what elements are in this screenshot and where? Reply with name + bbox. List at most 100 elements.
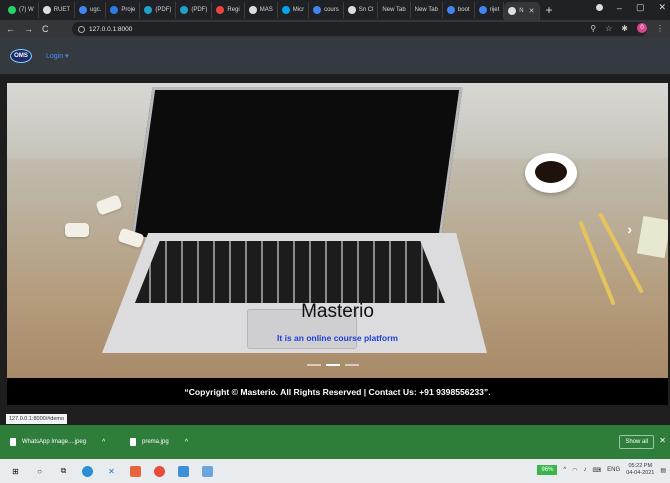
tab-close-icon[interactable]: ✕ — [529, 7, 535, 15]
browser-tab[interactable]: rijet — [475, 2, 505, 18]
site-logo[interactable]: OMS — [10, 49, 32, 63]
carousel-indicator-active[interactable] — [326, 364, 340, 366]
browser-tabstrip: (7) W RUET ugc. Proje (PDF) (PDF) Regi MAS Micr c… — [0, 0, 670, 20]
crumpled-paper-image — [65, 223, 89, 237]
browser-tab[interactable]: ugc. — [75, 2, 107, 18]
tab-favicon-icon — [8, 6, 16, 14]
tab-label: New Tab — [382, 7, 406, 13]
download-filename: WhatsApp Image....jpeg — [22, 439, 87, 445]
windows-taskbar: ⊞ ○ ⧉ ✕ 96% ^ ◠ ♪ ⌨ ENG 05:22 PM 04-04-2… — [0, 459, 670, 483]
minimize-icon[interactable]: – — [617, 3, 622, 13]
browser-tab[interactable]: MAS — [245, 2, 278, 18]
tab-label: Sn Cl — [358, 7, 374, 13]
tab-favicon-icon — [110, 6, 119, 14]
carousel-next-icon[interactable]: › — [627, 221, 632, 237]
login-dropdown[interactable]: Login ▾ — [46, 52, 69, 60]
tab-label: boot — [457, 7, 470, 13]
footer-copyright: “Copyright © Masterio. All Rights Reserv… — [184, 386, 491, 397]
carousel-indicators — [307, 364, 359, 366]
app-icon[interactable] — [130, 465, 141, 477]
tab-favicon-icon — [144, 6, 153, 14]
link-status-bubble: 127.0.0.1:8000/#demo — [6, 414, 68, 424]
browser-tab[interactable]: boot — [443, 2, 475, 18]
file-icon — [130, 438, 136, 446]
record-icon[interactable] — [595, 4, 603, 11]
browser-toolbar: ← → C 127.0.0.1:8000 ⚲ ☆ ✱ 0 ⋮ — [0, 20, 670, 38]
tab-favicon-icon — [248, 6, 257, 14]
download-filename: prema.jpg — [142, 439, 169, 445]
site-footer: “Copyright © Masterio. All Rights Reserv… — [7, 378, 668, 405]
chevron-up-icon[interactable]: ^ — [563, 467, 566, 473]
browser-tab[interactable]: cours — [309, 2, 344, 18]
clock[interactable]: 05:22 PM 04-04-2021 — [626, 463, 654, 477]
browser-tab[interactable]: Micr — [278, 2, 310, 18]
clock-time: 05:22 PM — [628, 463, 653, 469]
hero-subtitle: It is an online course platform — [277, 333, 398, 343]
close-icon[interactable]: ✕ — [659, 436, 666, 445]
extensions-icon[interactable]: ✱ — [621, 24, 628, 33]
tab-label: MAS — [259, 7, 273, 13]
language-indicator[interactable]: ENG — [607, 467, 620, 473]
browser-tab[interactable]: (PDF) — [140, 2, 177, 18]
wifi-icon[interactable]: ◠ — [572, 467, 577, 474]
hero-title: Masterio — [301, 301, 374, 322]
carousel-indicator[interactable] — [345, 364, 359, 366]
browser-tab[interactable]: N ✕ — [504, 2, 540, 20]
notification-icon[interactable]: ▤ — [660, 467, 666, 474]
tab-favicon-icon — [281, 6, 290, 14]
tab-label: New Tab — [414, 7, 438, 13]
tab-label: RUET — [53, 7, 71, 13]
chrome-icon[interactable] — [154, 465, 165, 477]
back-icon[interactable]: ← — [6, 24, 15, 34]
profile-avatar[interactable]: 0 — [637, 23, 647, 33]
tab-favicon-icon — [508, 7, 517, 15]
keyboard-icon[interactable]: ⌨ — [593, 467, 602, 474]
close-icon[interactable]: ✕ — [658, 2, 666, 13]
tab-label: Micr — [292, 7, 305, 13]
hero-carousel: › Masterio It is an online course platfo… — [7, 83, 668, 378]
tab-label: cours — [324, 7, 339, 13]
tab-label: (PDF) — [191, 7, 208, 13]
carousel-indicator[interactable] — [307, 364, 321, 366]
reload-icon[interactable]: C — [42, 24, 49, 34]
browser-tab[interactable]: New Tab — [411, 2, 443, 18]
task-view-icon[interactable]: ⧉ — [58, 466, 69, 477]
menu-kebab-icon[interactable]: ⋮ — [656, 24, 664, 33]
browser-tab[interactable]: (7) W — [4, 2, 39, 18]
windows-start-icon[interactable]: ⊞ — [10, 466, 21, 477]
window-controls: – ▢ ✕ — [595, 2, 666, 13]
tab-label: (7) W — [19, 7, 34, 13]
battery-indicator[interactable]: 96% — [537, 465, 558, 475]
download-item[interactable]: WhatsApp Image....jpeg ^ — [10, 438, 130, 446]
site-info-icon[interactable] — [78, 25, 85, 33]
browser-tab[interactable]: New Tab — [378, 2, 411, 18]
address-bar[interactable]: 127.0.0.1:8000 — [72, 22, 647, 36]
new-tab-button[interactable]: + — [546, 3, 553, 17]
chevron-up-icon[interactable]: ^ — [185, 439, 188, 446]
site-navbar: OMS Login ▾ — [0, 38, 670, 74]
tab-label: ugc. — [90, 7, 102, 13]
chevron-up-icon[interactable]: ^ — [102, 439, 105, 446]
search-icon[interactable]: ○ — [34, 466, 45, 477]
vscode-icon[interactable]: ✕ — [106, 466, 117, 477]
browser-tab[interactable]: Regi — [212, 2, 245, 18]
volume-icon[interactable]: ♪ — [584, 467, 587, 473]
coffee-cup-image — [525, 153, 577, 193]
maximize-icon[interactable]: ▢ — [636, 2, 645, 13]
bookmark-star-icon[interactable]: ☆ — [605, 24, 612, 33]
download-item[interactable]: prema.jpg ^ — [130, 438, 250, 446]
tab-favicon-icon — [313, 6, 322, 14]
browser-tab[interactable]: (PDF) — [176, 2, 213, 18]
browser-tab[interactable]: RUET — [39, 2, 76, 18]
tab-label: Regi — [227, 7, 240, 13]
forward-icon[interactable]: → — [24, 24, 33, 34]
tab-favicon-icon — [180, 6, 189, 14]
zoom-icon[interactable]: ⚲ — [590, 24, 596, 33]
sticky-note-image — [636, 215, 668, 259]
app-icon[interactable] — [202, 465, 213, 477]
browser-tab[interactable]: Proje — [106, 2, 141, 18]
edge-icon[interactable] — [82, 465, 93, 477]
browser-tab[interactable]: Sn Cl — [344, 2, 379, 18]
show-all-button[interactable]: Show all — [619, 435, 654, 449]
file-explorer-icon[interactable] — [178, 465, 189, 477]
